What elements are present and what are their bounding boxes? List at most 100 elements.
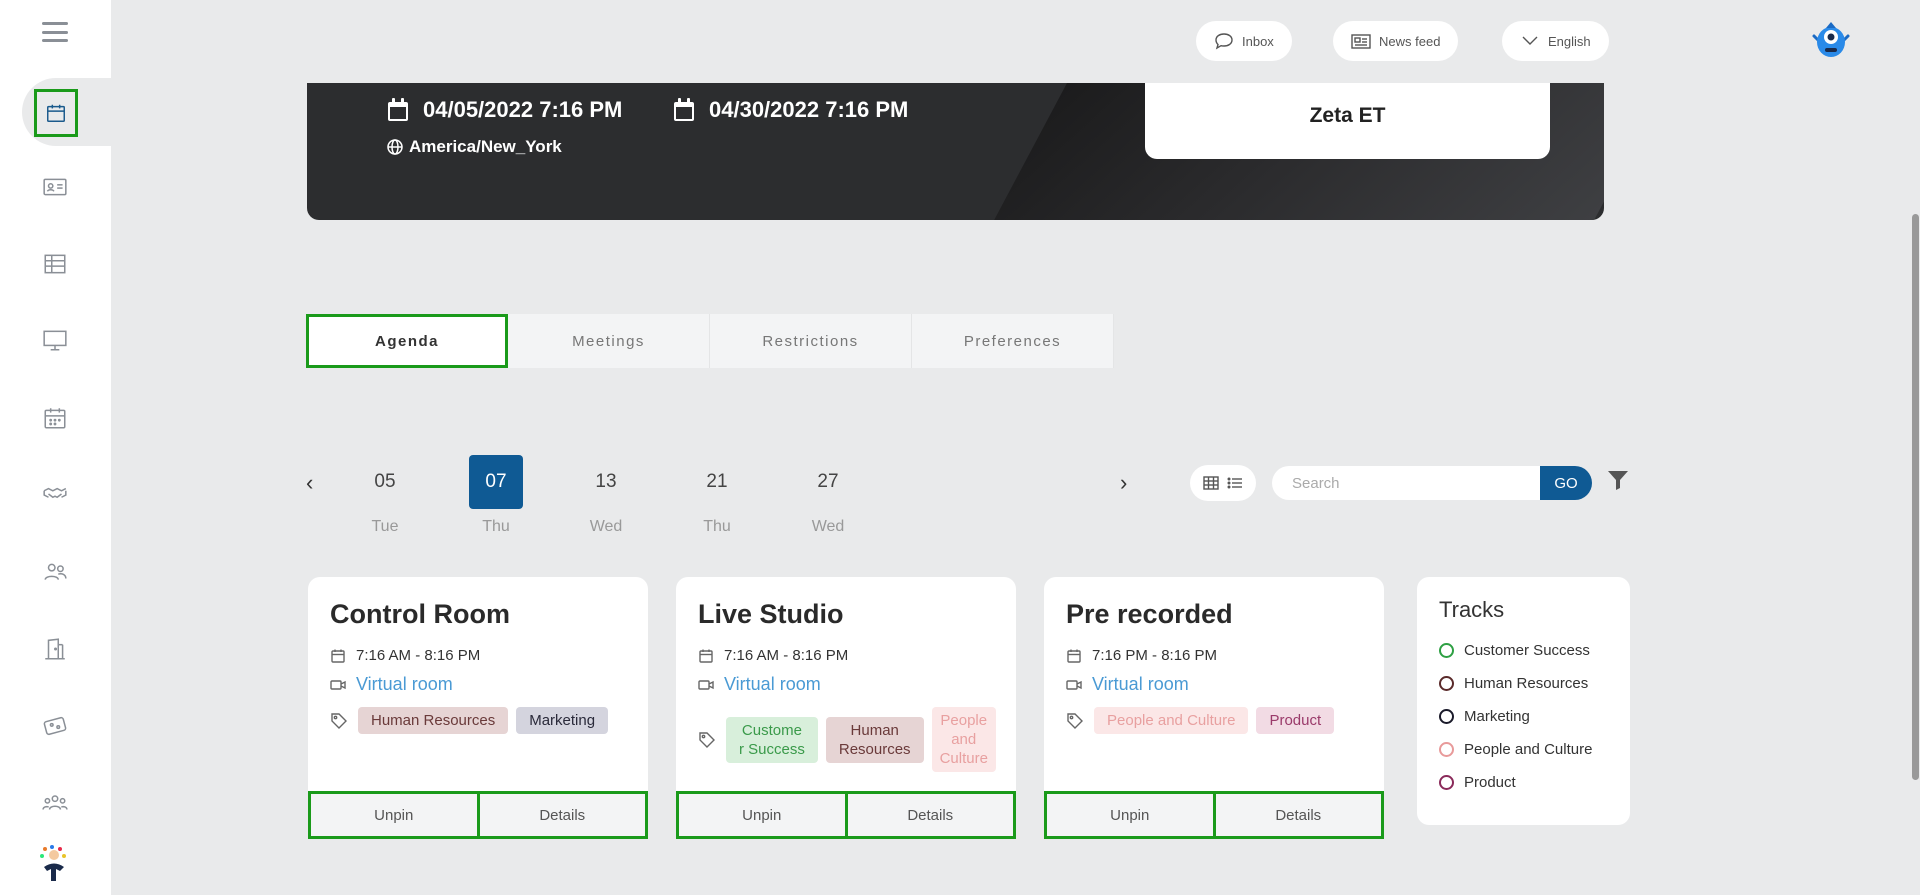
inbox-button[interactable]: Inbox [1196, 21, 1292, 61]
unpin-button[interactable]: Unpin [311, 794, 477, 836]
session-location: Virtual room [330, 674, 453, 695]
day-number: 21 [706, 471, 728, 492]
details-button[interactable]: Details [476, 794, 645, 836]
video-camera-icon [1066, 679, 1082, 690]
table-icon [44, 254, 66, 274]
day-number: 13 [595, 471, 617, 492]
calendar-icon [47, 104, 65, 122]
tab-preferences[interactable]: Preferences [912, 314, 1114, 368]
sidebar-item-rooms[interactable] [38, 632, 72, 666]
tag-icon [331, 712, 347, 729]
day-weekday: Thu [482, 518, 510, 535]
user-avatar[interactable] [1810, 20, 1852, 62]
session-actions: Unpin Details [308, 791, 648, 839]
sidebar-item-profile[interactable] [38, 170, 72, 204]
track-ring-icon [1439, 709, 1454, 724]
day-option[interactable]: 27 Wed [801, 455, 855, 536]
filter-icon[interactable] [1606, 468, 1630, 492]
calendar-icon [699, 649, 713, 663]
language-selector[interactable]: English [1502, 21, 1609, 61]
session-time-text: 7:16 AM - 8:16 PM [724, 647, 849, 664]
newsfeed-label: News feed [1379, 33, 1441, 49]
id-card-icon [43, 178, 67, 196]
grid-view-icon[interactable] [1203, 475, 1219, 491]
virtual-room-link[interactable]: Virtual room [356, 674, 453, 695]
virtual-room-link[interactable]: Virtual room [724, 674, 821, 695]
tab-meetings[interactable]: Meetings [508, 314, 710, 368]
day-option[interactable]: 05 Tue [358, 455, 412, 536]
tag-customer-success: Custome r Success [726, 716, 818, 763]
virtual-room-link[interactable]: Virtual room [1092, 674, 1189, 695]
sidebar-item-groups[interactable] [38, 786, 72, 820]
ticket-icon [43, 716, 67, 736]
track-label: People and Culture [1464, 741, 1593, 758]
track-label: Human Resources [1464, 675, 1589, 692]
day-weekday: Wed [811, 518, 845, 535]
session-time-text: 7:16 AM - 8:16 PM [356, 647, 481, 664]
session-title: Live Studio [698, 599, 844, 629]
list-view-icon[interactable] [1227, 475, 1243, 491]
event-name: Zeta ET [1309, 104, 1386, 127]
track-item[interactable]: Human Resources [1439, 675, 1588, 692]
day-weekday: Thu [703, 518, 731, 535]
chevron-right-icon[interactable]: › [1120, 470, 1127, 496]
track-item[interactable]: People and Culture [1439, 741, 1592, 758]
track-ring-icon [1439, 742, 1454, 757]
session-time: 7:16 PM - 8:16 PM [1066, 647, 1217, 664]
session-card: Live Studio 7:16 AM - 8:16 PM Virtual ro… [676, 577, 1016, 839]
calendar-icon [331, 649, 345, 663]
menu-icon[interactable] [42, 22, 68, 42]
session-title: Pre recorded [1066, 599, 1233, 629]
tag-human-resources: Human Resources [825, 716, 924, 763]
event-name-card: Zeta ET [1145, 83, 1550, 159]
sidebar-item-agenda[interactable] [34, 89, 78, 137]
start-date: 04/05/2022 7:16 PM [387, 97, 622, 123]
session-tags: Custome r Success Human Resources People… [698, 707, 996, 772]
track-item[interactable]: Marketing [1439, 708, 1530, 725]
event-banner: 04/05/2022 7:16 PM 04/30/2022 7:16 PM Am… [307, 83, 1604, 220]
day-number: 07 [469, 455, 523, 509]
calendar-grid-icon [44, 408, 66, 429]
unpin-button[interactable]: Unpin [679, 794, 845, 836]
tracks-panel: Tracks Customer Success Human Resources … [1417, 577, 1630, 825]
session-location: Virtual room [1066, 674, 1189, 695]
day-number: 05 [374, 471, 396, 492]
tab-restrictions[interactable]: Restrictions [710, 314, 912, 368]
track-item[interactable]: Customer Success [1439, 642, 1590, 659]
sidebar-item-people[interactable] [38, 555, 72, 589]
search-input[interactable] [1272, 466, 1540, 500]
day-weekday: Wed [589, 518, 623, 535]
tag-people-and-culture: People and Culture [1094, 707, 1249, 734]
sidebar-item-monitor[interactable] [38, 323, 72, 357]
sidebar-item-tickets[interactable] [38, 709, 72, 743]
session-actions: Unpin Details [1044, 791, 1384, 839]
session-title: Control Room [330, 599, 510, 629]
track-item[interactable]: Product [1439, 774, 1516, 791]
newsfeed-button[interactable]: News feed [1333, 21, 1459, 61]
session-tags: People and Culture Product [1066, 707, 1335, 734]
track-ring-icon [1439, 775, 1454, 790]
page-scrollbar[interactable] [1912, 214, 1919, 780]
tag-product: Product [1256, 707, 1335, 734]
day-option-selected[interactable]: 07 Thu [469, 455, 523, 536]
unpin-button[interactable]: Unpin [1047, 794, 1213, 836]
day-option[interactable]: 21 Thu [690, 455, 744, 536]
details-button[interactable]: Details [1212, 794, 1381, 836]
chevron-left-icon[interactable]: ‹ [306, 470, 313, 496]
sidebar-item-table[interactable] [38, 247, 72, 281]
day-option[interactable]: 13 Wed [579, 455, 633, 536]
newspaper-icon [1351, 34, 1371, 49]
session-time: 7:16 AM - 8:16 PM [698, 647, 848, 664]
tab-bar: Agenda Meetings Restrictions Preferences [306, 314, 1114, 368]
sidebar-item-schedule[interactable] [38, 401, 72, 435]
go-button[interactable]: GO [1540, 466, 1592, 500]
tab-agenda[interactable]: Agenda [306, 314, 508, 368]
calendar-icon [1067, 649, 1081, 663]
tag-icon [699, 731, 715, 748]
start-date-text: 04/05/2022 7:16 PM [423, 97, 623, 122]
track-label: Marketing [1464, 708, 1530, 725]
chat-bubble-icon [1215, 33, 1233, 50]
track-label: Product [1464, 774, 1516, 791]
sidebar-item-meetings[interactable] [38, 477, 72, 511]
details-button[interactable]: Details [844, 794, 1013, 836]
